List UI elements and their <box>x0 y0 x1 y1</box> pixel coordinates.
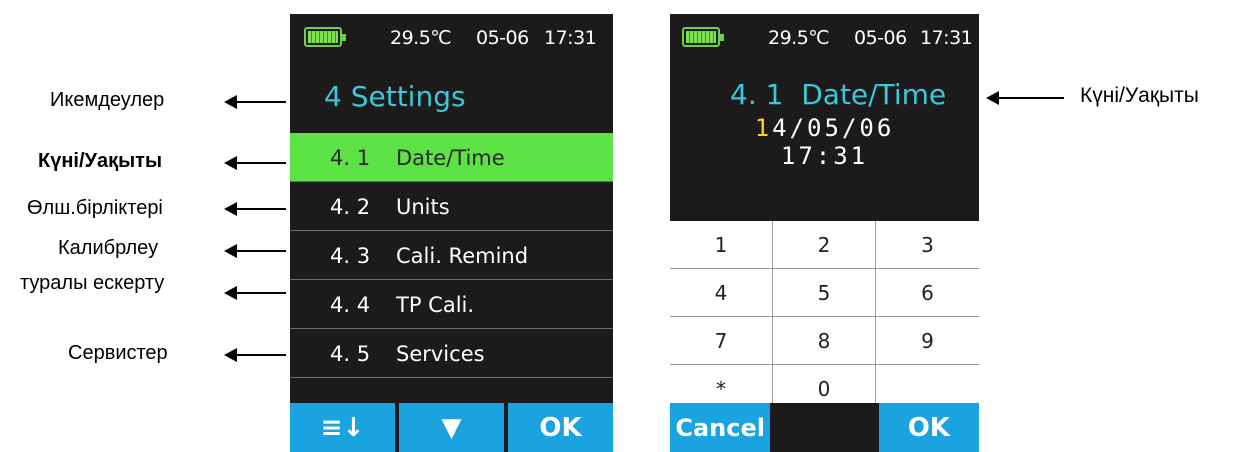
temperature-readout: 29.5℃ <box>768 27 830 49</box>
date-cursor-digit: 1 <box>754 114 773 142</box>
empty-softkey <box>774 403 875 452</box>
cancel-softkey[interactable]: Cancel <box>670 403 771 452</box>
date-rest: 4/05/06 <box>772 114 895 142</box>
arrow-units <box>224 202 286 216</box>
softkey-bar: Cancel OK <box>670 403 979 452</box>
arrow-services <box>224 348 286 362</box>
status-time: 17:31 <box>920 27 973 49</box>
arrow-cali-remind <box>224 244 286 258</box>
annotation-units: Өлш.бірліктері <box>27 197 163 219</box>
annotation-cali-remind-line1: Калибрлеу <box>58 237 159 259</box>
temperature-readout: 29.5℃ <box>390 27 452 49</box>
key-4[interactable]: 4 <box>670 269 773 317</box>
annotation-date-time: Күні/Уақыты <box>38 150 163 172</box>
menu-item-services[interactable]: 4. 5 Services <box>290 329 613 378</box>
screen-title: 4. 1 Date/Time <box>730 78 947 111</box>
menu-item-tp-cali[interactable]: 4. 4 TP Cali. <box>290 280 613 329</box>
battery-icon <box>682 27 724 47</box>
screen-title: 4 Settings <box>324 80 466 113</box>
ok-softkey[interactable]: OK <box>878 403 979 452</box>
settings-screen: 29.5℃ 05-06 17:31 4 Settings 4. 1 Date/T… <box>290 14 613 452</box>
arrow-tp-cali <box>224 286 286 300</box>
date-value[interactable]: 14/05/06 <box>670 114 979 142</box>
status-date: 05-06 <box>476 27 529 49</box>
key-5[interactable]: 5 <box>773 269 876 317</box>
menu-item-date-time[interactable]: 4. 1 Date/Time <box>290 133 613 182</box>
menu-item-label: TP Cali. <box>396 293 475 317</box>
key-7[interactable]: 7 <box>670 317 773 365</box>
numeric-keypad: 1 2 3 4 5 6 7 8 9 * 0 <box>670 221 979 413</box>
status-time: 17:31 <box>544 27 597 49</box>
battery-icon <box>304 27 346 47</box>
softkey-bar: ≡↓ ▼ OK <box>290 403 613 452</box>
status-bar: 29.5℃ 05-06 17:31 <box>670 14 979 64</box>
menu-item-label: Services <box>396 342 485 366</box>
date-time-screen: 29.5℃ 05-06 17:31 4. 1 Date/Time 14/05/0… <box>670 14 979 452</box>
list-sort-icon: ≡↓ <box>320 412 365 443</box>
key-3[interactable]: 3 <box>876 221 979 269</box>
arrow-date-time <box>224 156 286 170</box>
annotation-services: Сервистер <box>68 342 168 364</box>
list-softkey[interactable]: ≡↓ <box>290 403 395 452</box>
status-bar: 29.5℃ 05-06 17:31 <box>290 14 613 64</box>
annotation-adjustments: Икемдеулер <box>50 89 165 111</box>
status-date: 05-06 <box>854 27 907 49</box>
down-softkey[interactable]: ▼ <box>399 403 504 452</box>
key-1[interactable]: 1 <box>670 221 773 269</box>
menu-item-number: 4. 5 <box>330 342 371 366</box>
menu-item-cali-remind[interactable]: 4. 3 Cali. Remind <box>290 231 613 280</box>
menu-item-label: Date/Time <box>396 146 505 170</box>
down-arrow-icon: ▼ <box>441 412 462 443</box>
menu-item-number: 4. 3 <box>330 244 371 268</box>
key-9[interactable]: 9 <box>876 317 979 365</box>
ok-softkey[interactable]: OK <box>508 403 613 452</box>
menu-item-label: Units <box>396 195 450 219</box>
key-2[interactable]: 2 <box>773 221 876 269</box>
menu-item-units[interactable]: 4. 2 Units <box>290 182 613 231</box>
annotation-right-date-time: Күні/Уақыты <box>1080 84 1199 107</box>
annotation-cali-remind-line2: туралы ескерту <box>20 272 165 294</box>
key-6[interactable]: 6 <box>876 269 979 317</box>
time-value[interactable]: 17:31 <box>670 142 979 170</box>
menu-item-label: Cali. Remind <box>396 244 529 268</box>
arrow-adjustments <box>224 95 286 109</box>
menu-item-number: 4. 4 <box>330 293 371 317</box>
menu-item-number: 4. 2 <box>330 195 371 219</box>
arrow-right-date-time <box>986 91 1064 105</box>
key-8[interactable]: 8 <box>773 317 876 365</box>
menu-item-number: 4. 1 <box>330 146 371 170</box>
